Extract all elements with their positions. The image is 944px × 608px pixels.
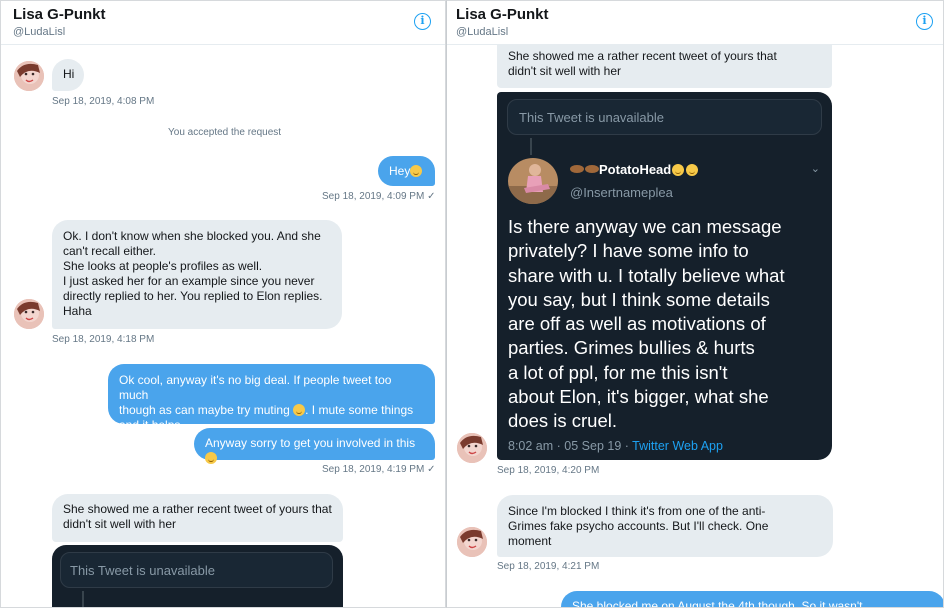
info-icon[interactable]: i xyxy=(916,13,933,30)
message-outgoing[interactable]: Ok cool, anyway it's no big deal. If peo… xyxy=(108,364,435,432)
tweet-line: parties. Grimes bullies & hurts xyxy=(508,337,755,359)
avatar[interactable] xyxy=(14,61,44,91)
message-line: Ok cool, anyway it's no big deal. If peo… xyxy=(119,373,392,402)
message-line: didn't sit well with her xyxy=(508,64,622,78)
avatar[interactable] xyxy=(457,527,487,557)
conversation-panel-right: Lisa G-Punkt @LudaLisl i She showed me a… xyxy=(446,0,944,608)
emoji-icon xyxy=(410,165,423,177)
tweet-line: does is cruel. xyxy=(508,410,617,432)
emoji-icon xyxy=(672,164,685,176)
timestamp-text: Sep 18, 2019, 4:09 PM xyxy=(322,191,425,202)
message-incoming[interactable]: She showed me a rather recent tweet of y… xyxy=(52,494,343,542)
message-line: She showed me a rather recent tweet of y… xyxy=(508,49,777,63)
timestamp-text: Sep 18, 2019, 4:19 PM xyxy=(322,464,425,475)
message-incoming[interactable]: Since I'm blocked I think it's from one … xyxy=(497,495,833,557)
chevron-down-icon[interactable]: ⌄ xyxy=(811,162,820,175)
message-line: Ok. I don't know when she blocked you. A… xyxy=(63,229,321,243)
avatar[interactable] xyxy=(14,299,44,329)
message-text: though as can maybe try muting xyxy=(119,403,290,417)
message-line: didn't sit well with her xyxy=(63,517,177,531)
quoted-author-avatar[interactable] xyxy=(508,158,558,204)
potato-emoji-icon xyxy=(570,165,584,173)
message-outgoing[interactable]: Hey xyxy=(378,156,435,186)
message-timestamp: Sep 18, 2019, 4:20 PM xyxy=(497,465,600,476)
info-icon[interactable]: i xyxy=(414,13,431,30)
tweet-line: you say, but I think some details xyxy=(508,288,770,310)
message-text: She blocked me on August the 4th though.… xyxy=(572,599,863,608)
tweet-line: share with u. I totally believe what xyxy=(508,264,785,286)
tweet-time: 8:02 am · 05 Sep 19 · xyxy=(508,439,633,453)
message-line: Since I'm blocked I think it's from one … xyxy=(508,504,766,518)
message-timestamp: Sep 18, 2019, 4:08 PM xyxy=(52,96,155,107)
message-incoming[interactable]: She showed me a rather recent tweet of y… xyxy=(497,41,832,88)
tweet-unavailable: This Tweet is unavailable xyxy=(507,99,822,135)
message-text: . I mute some things xyxy=(305,403,414,417)
quoted-tweet-text: Is there anyway we can message privately… xyxy=(508,215,828,434)
quoted-author-name[interactable]: PotatoHead xyxy=(570,162,699,177)
message-text: Anyway sorry to get you involved in this xyxy=(205,436,416,450)
quoted-tweet-meta: 8:02 am · 05 Sep 19 · Twitter Web App xyxy=(508,439,723,453)
quoted-name-text: PotatoHead xyxy=(599,162,672,177)
tweet-line: Is there anyway we can message xyxy=(508,216,782,237)
emoji-icon xyxy=(686,164,699,176)
conversation-header: Lisa G-Punkt @LudaLisl i xyxy=(1,1,445,45)
message-line: I just asked her for an example since yo… xyxy=(63,274,315,288)
message-line: can't recall either. xyxy=(63,244,157,258)
emoji-icon xyxy=(205,452,217,464)
tweet-unavailable: This Tweet is unavailable xyxy=(60,552,333,588)
contact-name[interactable]: Lisa G-Punkt xyxy=(456,6,549,23)
message-line: She showed me a rather recent tweet of y… xyxy=(63,502,332,516)
message-line: though as can maybe try muting . I mute … xyxy=(119,403,424,418)
avatar[interactable] xyxy=(457,433,487,463)
message-timestamp: Sep 18, 2019, 4:18 PM xyxy=(52,334,155,345)
tweet-line: are off as well as motivations of xyxy=(508,313,766,335)
message-timestamp: Sep 18, 2019, 4:19 PM ✓ xyxy=(322,464,435,475)
message-timestamp: Sep 18, 2019, 4:09 PM ✓ xyxy=(322,191,435,202)
message-incoming[interactable]: Ok. I don't know when she blocked you. A… xyxy=(52,220,342,329)
message-line: Haha xyxy=(63,304,92,318)
check-icon: ✓ xyxy=(427,464,436,475)
message-line: directly replied to her. You replied to … xyxy=(63,289,323,303)
message-incoming[interactable]: Hi xyxy=(52,59,84,91)
conversation-panel-left: Lisa G-Punkt @LudaLisl i Hi Sep 18, 2019… xyxy=(0,0,446,608)
quoted-author-handle[interactable]: @Insertnameplea xyxy=(570,185,673,200)
check-icon: ✓ xyxy=(427,191,436,202)
tweet-line: privately? I have some info to xyxy=(508,240,749,262)
conversation-header: Lisa G-Punkt @LudaLisl i xyxy=(447,1,943,45)
tweet-line: about Elon, it's bigger, what she xyxy=(508,386,769,408)
contact-handle[interactable]: @LudaLisl xyxy=(456,26,508,38)
potato-emoji-icon xyxy=(585,165,599,173)
tweet-source-link[interactable]: Twitter Web App xyxy=(632,439,723,453)
message-text: Hey xyxy=(389,164,411,178)
message-line: She looks at people's profiles as well. xyxy=(63,259,263,273)
quoted-tweet-card[interactable]: This Tweet is unavailable xyxy=(52,545,343,607)
system-message: You accepted the request xyxy=(168,127,282,138)
thread-connector xyxy=(82,591,84,607)
message-line: moment xyxy=(508,534,552,548)
message-outgoing[interactable]: Anyway sorry to get you involved in this xyxy=(194,428,435,464)
quoted-tweet-card[interactable]: This Tweet is unavailable PotatoHead ⌄ @… xyxy=(497,92,832,460)
contact-name[interactable]: Lisa G-Punkt xyxy=(13,6,106,23)
contact-handle[interactable]: @LudaLisl xyxy=(13,26,65,38)
message-outgoing[interactable]: She blocked me on August the 4th though.… xyxy=(561,591,943,608)
emoji-icon xyxy=(293,404,306,416)
message-line: Grimes fake psycho accounts. But I'll ch… xyxy=(508,519,769,533)
tweet-line: a lot of ppl, for me this isn't xyxy=(508,361,728,383)
message-timestamp: Sep 18, 2019, 4:21 PM xyxy=(497,561,600,572)
thread-connector xyxy=(530,138,532,155)
